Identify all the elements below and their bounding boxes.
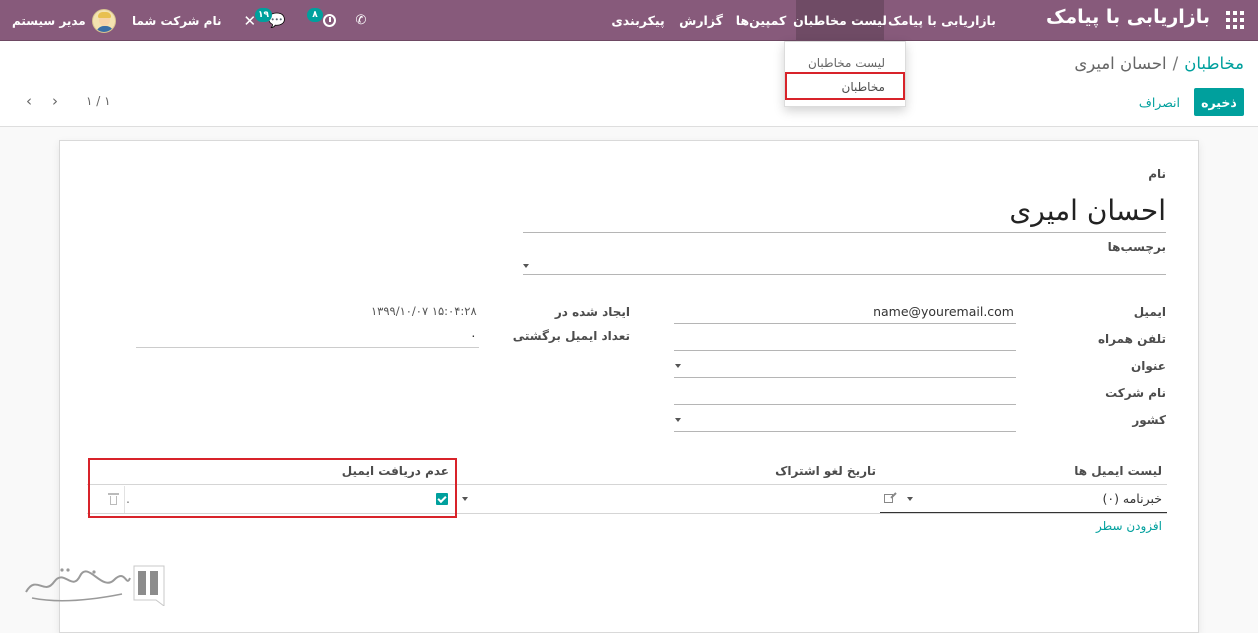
highlight-dropdown-border — [785, 72, 905, 100]
name-label: نام — [1148, 167, 1166, 181]
menu-campaigns[interactable]: کمپین‌ها — [726, 0, 796, 41]
bounce-underline — [136, 347, 479, 348]
user-menu[interactable]: مدیر سیستم — [12, 0, 116, 41]
add-line-link[interactable]: افزودن سطر — [1096, 519, 1162, 533]
apps-grid-icon[interactable] — [1226, 11, 1244, 29]
name-underline — [523, 232, 1166, 233]
country-select[interactable] — [674, 431, 1016, 432]
company-switcher[interactable]: نام شرکت شما ✕ — [132, 0, 256, 41]
avatar — [91, 8, 116, 33]
created-on-label: ایجاد شده در — [554, 305, 630, 319]
pager-counter[interactable]: ۱ / ۱ — [86, 94, 111, 108]
breadcrumb-contacts-link[interactable]: مخاطبان — [1184, 54, 1244, 73]
mailing-list-caret-icon[interactable] — [907, 497, 913, 501]
phone-icon[interactable]: ✆ — [352, 0, 370, 41]
mobile-input[interactable] — [674, 350, 1016, 351]
menu-contact-lists[interactable]: لیست مخاطبان — [793, 0, 887, 41]
col-mailing-list[interactable]: لیست ایمیل ها — [1074, 464, 1162, 478]
save-button[interactable]: ذخیره — [1194, 88, 1244, 116]
unsub-date-caret-icon[interactable] — [462, 497, 468, 501]
menu-sms-marketing[interactable]: بازاریابی با پیامک — [885, 0, 999, 41]
col-unsubscription-date[interactable]: تاریخ لغو اشتراک — [775, 464, 876, 478]
bounce-value[interactable]: ۰ — [470, 328, 477, 343]
activity-count-badge: ۸ — [307, 8, 323, 22]
mailing-list-input[interactable]: خبرنامه (۰) — [1102, 491, 1162, 506]
external-link-icon[interactable] — [884, 492, 897, 504]
name-input[interactable]: احسان امیری — [523, 190, 1166, 232]
user-name: مدیر سیستم — [12, 13, 86, 28]
chat-count-badge: ۱۹ — [255, 8, 272, 22]
chevron-right-icon[interactable]: › — [46, 92, 64, 110]
discard-button[interactable]: انصراف — [1139, 88, 1180, 116]
menu-reporting[interactable]: گزارش — [676, 0, 726, 41]
top-navbar: بازاریابی با پیامک بازاریابی با پیامک لی… — [0, 0, 1258, 41]
highlight-opt-out-column — [88, 458, 457, 518]
chevron-left-icon[interactable]: ‹ — [20, 92, 38, 110]
menu-configuration[interactable]: پیکربندی — [600, 0, 676, 41]
email-underline — [674, 323, 1016, 324]
mobile-label: تلفن همراه — [1097, 332, 1166, 346]
tags-label: برچسب‌ها — [1107, 240, 1166, 254]
company-label: نام شرکت — [1105, 386, 1166, 400]
breadcrumb: مخاطبان / احسان امیری — [1074, 54, 1244, 73]
created-on-value: ۱۳۹۹/۱۰/۰۷ ۱۵:۰۴:۲۸ — [371, 304, 477, 318]
breadcrumb-separator: / — [1172, 54, 1179, 73]
tags-underline[interactable] — [523, 274, 1166, 275]
email-input[interactable]: name@youremail.com — [873, 304, 1014, 319]
title-select[interactable] — [674, 377, 1016, 378]
country-label: کشور — [1132, 413, 1166, 427]
title-label: عنوان — [1131, 359, 1166, 373]
company-name: نام شرکت شما — [132, 13, 222, 28]
company-input[interactable] — [674, 404, 1016, 405]
email-label: ایمیل — [1133, 305, 1166, 319]
tags-dropdown-caret-icon[interactable] — [523, 264, 529, 268]
activity-clock-icon[interactable] — [321, 0, 337, 41]
breadcrumb-current: احسان امیری — [1074, 54, 1167, 73]
tools-icon: ✕ — [243, 11, 257, 30]
app-brand[interactable]: بازاریابی با پیامک — [1046, 6, 1210, 28]
title-dropdown-caret-icon[interactable] — [675, 364, 681, 368]
country-dropdown-caret-icon[interactable] — [675, 418, 681, 422]
watermark-logo — [22, 562, 168, 607]
bounce-label: تعداد ایمیل برگشتی — [512, 329, 630, 343]
